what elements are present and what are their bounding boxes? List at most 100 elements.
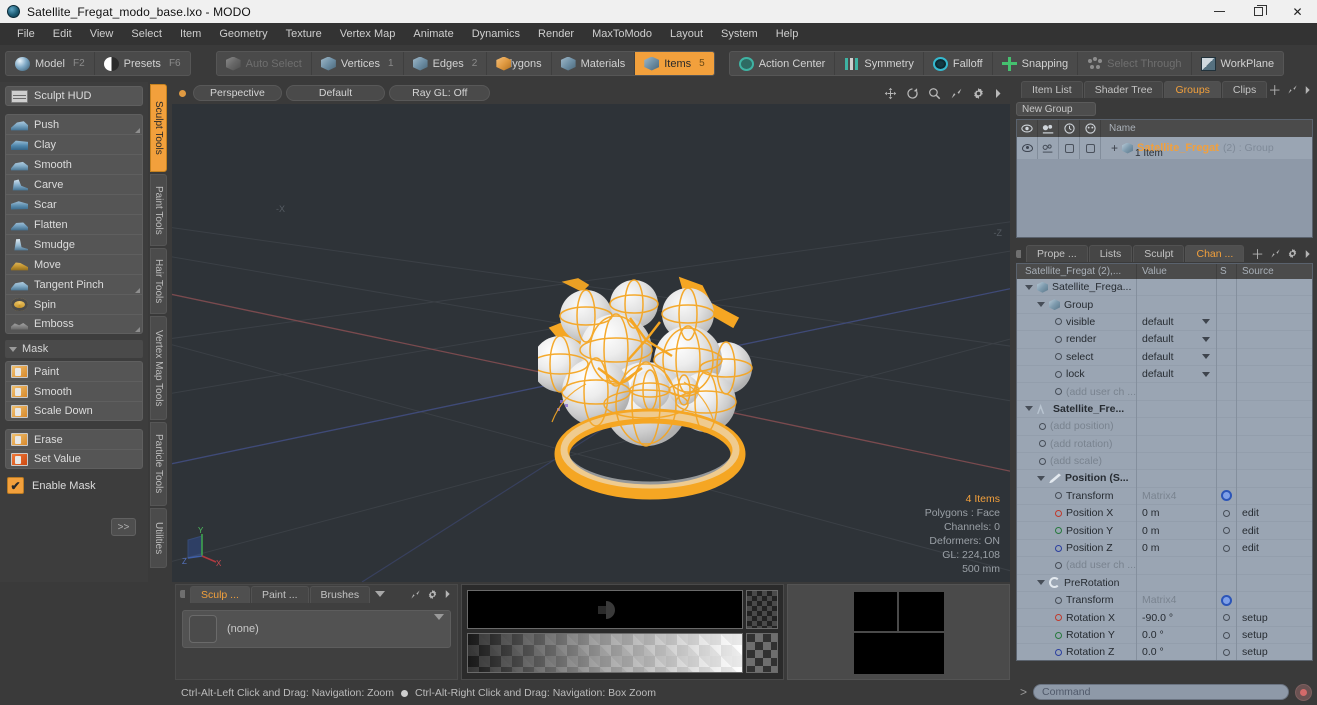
table-row[interactable]: (add user ch ... xyxy=(1017,382,1312,401)
vtab-paint-tools[interactable]: Paint Tools xyxy=(150,174,167,246)
channel-value[interactable]: 0 m xyxy=(1142,507,1160,519)
gear-blue-icon[interactable] xyxy=(1221,490,1232,502)
materials-button[interactable]: Materials xyxy=(552,52,636,75)
tool-tangent-pinch[interactable]: Tangent Pinch xyxy=(5,274,143,294)
menu-dynamics[interactable]: Dynamics xyxy=(463,25,529,43)
zoom-icon[interactable] xyxy=(928,87,941,100)
tool-clay[interactable]: Clay xyxy=(5,134,143,154)
channel-value[interactable]: 0 m xyxy=(1142,542,1160,554)
channel-name[interactable]: (add user ch ... xyxy=(1066,386,1136,398)
brush-shape-preview[interactable] xyxy=(467,590,743,629)
mode-model-button[interactable]: Model F2 xyxy=(6,52,95,75)
expand-corner-icon[interactable] xyxy=(135,288,140,293)
menu-help[interactable]: Help xyxy=(767,25,808,43)
viewport-canvas[interactable]: -X -Z 4 Items Polygons: Face Channels: … xyxy=(172,104,1010,582)
tab-shader-tree[interactable]: Shader Tree xyxy=(1083,81,1164,98)
mask-erase[interactable]: Erase xyxy=(5,429,143,449)
tab-painting[interactable]: Paint ... xyxy=(250,585,309,603)
disclosure-triangle-icon[interactable] xyxy=(1037,302,1045,308)
circle-icon[interactable] xyxy=(1223,509,1230,517)
disclosure-triangle-icon[interactable] xyxy=(1037,475,1045,481)
expand-plus-icon[interactable]: + xyxy=(1111,141,1118,155)
close-button[interactable]: ✕ xyxy=(1278,0,1317,23)
action-center-button[interactable]: Action Center xyxy=(730,52,836,75)
viewport-raygl-selector[interactable]: Ray GL: Off xyxy=(389,85,491,101)
mask-set-value[interactable]: Set Value xyxy=(5,449,143,469)
channel-value[interactable]: 0.0 ° xyxy=(1142,646,1164,658)
table-row[interactable]: render default xyxy=(1017,330,1312,349)
lock-icon[interactable] xyxy=(1080,120,1101,137)
brush-preset-selector[interactable]: (none) xyxy=(182,610,451,648)
vtab-vertex-map-tools[interactable]: Vertex Map Tools xyxy=(150,316,167,420)
tool-scar[interactable]: Scar xyxy=(5,194,143,214)
brush-gradient-swatch[interactable] xyxy=(746,633,778,673)
eye-icon[interactable] xyxy=(1017,120,1038,137)
channel-source[interactable]: setup xyxy=(1237,629,1268,641)
row-select-toggle[interactable] xyxy=(1059,137,1080,159)
table-row[interactable]: + Satellite_Fregat (2) : Group 1 Item xyxy=(1017,137,1312,159)
row-visibility-toggle[interactable] xyxy=(1017,137,1038,159)
table-row[interactable]: Rotation Z 0.0 ° setup xyxy=(1017,643,1312,660)
vtab-hair-tools[interactable]: Hair Tools xyxy=(150,248,167,314)
groups-list[interactable]: Name + Satellite_Fregat (2) : Group 1 It… xyxy=(1016,119,1313,238)
panel-menu-dot-icon[interactable] xyxy=(1016,249,1021,258)
gear-icon[interactable] xyxy=(1287,248,1298,259)
chevron-down-icon[interactable] xyxy=(1202,336,1210,342)
channel-value[interactable]: default xyxy=(1142,316,1174,328)
channel-name[interactable]: (add scale) xyxy=(1050,455,1102,467)
plus-icon[interactable]: ＋ xyxy=(1268,80,1281,99)
channel-value[interactable]: default xyxy=(1142,351,1174,363)
tab-clips[interactable]: Clips xyxy=(1221,81,1268,98)
polygons-button[interactable]: Polygons xyxy=(487,52,552,75)
gear-icon[interactable] xyxy=(427,589,438,600)
minimize-button[interactable] xyxy=(1200,0,1239,23)
select-through-button[interactable]: Select Through xyxy=(1078,52,1192,75)
expand-icon[interactable] xyxy=(1270,248,1281,259)
viewport-shading-selector[interactable]: Default xyxy=(285,85,386,101)
vtab-utilities[interactable]: Utilities xyxy=(150,508,167,568)
panel-menu-dot-icon[interactable] xyxy=(180,590,185,598)
mask-section-header[interactable]: Mask xyxy=(5,340,143,358)
mask-paint[interactable]: Paint xyxy=(5,361,143,381)
channel-value[interactable]: 0.0 ° xyxy=(1142,629,1164,641)
sculpt-hud-button[interactable]: Sculpt HUD xyxy=(5,86,143,106)
circle-icon[interactable] xyxy=(1223,614,1230,622)
table-row[interactable]: Satellite_Frega... xyxy=(1017,278,1312,297)
enable-mask-row[interactable]: ✔ Enable Mask xyxy=(5,477,143,494)
gear-icon[interactable] xyxy=(972,87,985,100)
vertices-button[interactable]: Vertices 1 xyxy=(312,52,404,75)
move-icon[interactable] xyxy=(884,87,897,100)
circle-icon[interactable] xyxy=(1223,544,1230,552)
brush-preview-panel[interactable] xyxy=(461,584,784,680)
row-render-toggle[interactable] xyxy=(1038,137,1059,159)
menu-file[interactable]: File xyxy=(8,25,44,43)
3d-viewport[interactable]: Perspective Default Ray GL: Off -X -Z 4 … xyxy=(172,82,1010,582)
tool-move[interactable]: Move xyxy=(5,254,143,274)
table-row[interactable]: Satellite_Fre... xyxy=(1017,400,1312,419)
table-row[interactable]: lock default xyxy=(1017,365,1312,384)
gear-blue-icon[interactable] xyxy=(1221,594,1232,606)
menu-system[interactable]: System xyxy=(712,25,767,43)
table-row[interactable]: (add position) xyxy=(1017,417,1312,436)
circle-icon[interactable] xyxy=(1223,648,1230,656)
mode-presets-button[interactable]: Presets F6 xyxy=(95,52,190,75)
tool-carve[interactable]: Carve xyxy=(5,174,143,194)
new-group-button[interactable]: New Group xyxy=(1016,102,1096,116)
menu-geometry[interactable]: Geometry xyxy=(210,25,276,43)
channel-value[interactable]: -90.0 ° xyxy=(1142,612,1173,624)
table-row[interactable]: Position Z 0 m edit xyxy=(1017,539,1312,558)
table-row[interactable]: Position X 0 m edit xyxy=(1017,504,1312,523)
satellite-fregat-model[interactable] xyxy=(538,272,768,502)
table-row[interactable]: (add scale) xyxy=(1017,452,1312,471)
brush-shape-swatch[interactable] xyxy=(746,590,778,629)
table-row[interactable]: Position Y 0 m edit xyxy=(1017,521,1312,540)
chevron-right-icon[interactable] xyxy=(994,88,1002,99)
chevron-down-icon[interactable] xyxy=(1202,354,1210,360)
tool-smooth[interactable]: Smooth xyxy=(5,154,143,174)
viewport-perspective-selector[interactable]: Perspective xyxy=(193,85,282,101)
tool-smudge[interactable]: Smudge xyxy=(5,234,143,254)
chevron-right-icon[interactable] xyxy=(1304,249,1311,259)
menu-texture[interactable]: Texture xyxy=(277,25,331,43)
tool-flatten[interactable]: Flatten xyxy=(5,214,143,234)
expand-corner-icon[interactable] xyxy=(135,327,140,332)
